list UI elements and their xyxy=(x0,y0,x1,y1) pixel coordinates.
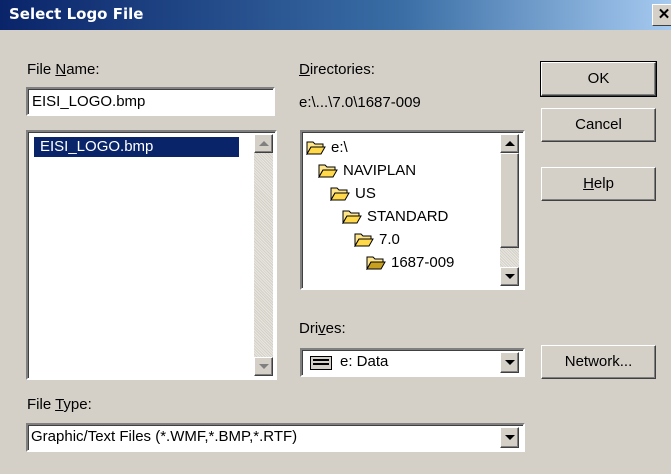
help-button[interactable]: Help xyxy=(541,167,656,201)
open-folder-icon xyxy=(318,164,338,178)
open-folder-icon xyxy=(342,210,362,224)
file-name-input[interactable]: EISI_LOGO.bmp xyxy=(26,87,275,116)
file-scroll-down-button[interactable] xyxy=(254,357,273,376)
close-icon: ✕ xyxy=(657,6,671,23)
arrow-up-icon xyxy=(504,141,515,146)
chevron-down-icon xyxy=(504,360,515,365)
directory-item[interactable]: STANDARD xyxy=(342,205,448,227)
open-folder-icon xyxy=(330,187,350,201)
open-folder-icon xyxy=(354,233,374,247)
dir-scroll-up-button[interactable] xyxy=(500,134,519,153)
arrow-down-icon xyxy=(258,364,269,369)
dir-scroll-down-button[interactable] xyxy=(500,267,519,286)
file-list[interactable]: EISI_LOGO.bmp xyxy=(26,130,277,380)
directory-item[interactable]: US xyxy=(330,182,376,204)
drives-dropdown[interactable]: e: Data xyxy=(300,348,525,377)
dir-scroll-thumb[interactable] xyxy=(500,153,519,248)
directory-item[interactable]: NAVIPLAN xyxy=(318,159,416,181)
network-button[interactable]: Network... xyxy=(541,345,656,379)
arrow-down-icon xyxy=(504,274,515,279)
directory-item[interactable]: 1687-009 xyxy=(366,251,454,273)
list-item[interactable]: EISI_LOGO.bmp xyxy=(34,137,239,157)
file-name-label: File Name: xyxy=(27,61,100,78)
drives-dropdown-button[interactable] xyxy=(500,352,519,373)
file-scroll-up-button[interactable] xyxy=(254,134,273,153)
ok-button[interactable]: OK xyxy=(540,61,657,97)
file-list-scrollbar[interactable] xyxy=(254,134,273,376)
arrow-up-icon xyxy=(258,141,269,146)
window-title: Select Logo File xyxy=(9,5,144,23)
directory-item[interactable]: 7.0 xyxy=(354,228,400,250)
open-folder-icon xyxy=(306,141,326,155)
chevron-down-icon xyxy=(504,435,515,440)
file-type-label: File Type: xyxy=(27,396,92,413)
directory-item[interactable]: e:\ xyxy=(306,136,348,158)
directories-label: Directories: xyxy=(299,61,375,78)
cancel-button[interactable]: Cancel xyxy=(541,108,656,142)
file-type-dropdown-button[interactable] xyxy=(500,427,519,448)
hard-drive-icon xyxy=(310,356,332,370)
open-folder-icon xyxy=(366,256,386,270)
drives-label: Drives: xyxy=(299,320,346,337)
directory-tree[interactable]: e:\ NAVIPLAN US STANDARD 7.0 1687-009 xyxy=(300,130,525,290)
current-directory-path: e:\...\7.0\1687-009 xyxy=(299,94,421,111)
title-bar: Select Logo File ✕ xyxy=(0,0,671,30)
file-type-dropdown[interactable]: Graphic/Text Files (*.WMF,*.BMP,*.RTF) xyxy=(26,423,525,452)
close-button[interactable]: ✕ xyxy=(652,4,671,26)
